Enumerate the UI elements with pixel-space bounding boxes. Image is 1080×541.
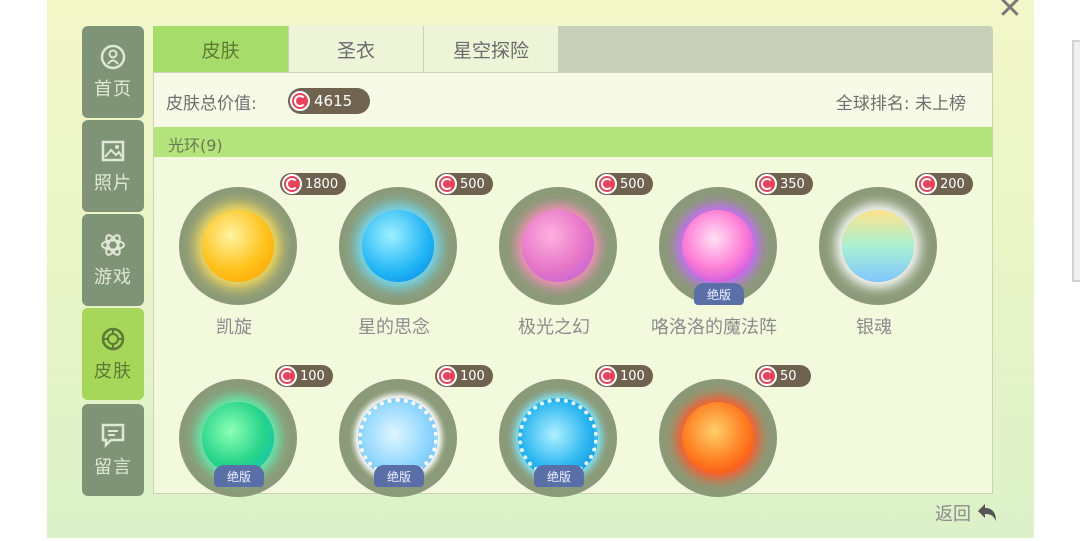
summary-row: 皮肤总价值: 4615 全球排名: 未上榜 (154, 73, 992, 127)
item-name: 星的思念 (358, 317, 430, 338)
nav-item-game[interactable]: 游戏 (82, 214, 144, 306)
price-value: 200 (940, 176, 965, 192)
content-area: 皮肤总价值: 4615 全球排名: 未上榜 光环(9) 1800 凯旋 500 … (153, 72, 993, 497)
item-name: 银魂 (856, 317, 892, 338)
nav-label: 首页 (94, 79, 132, 100)
halo-item[interactable]: 1800 凯旋 (154, 163, 347, 338)
coin-icon (757, 174, 777, 194)
halo-orb (842, 210, 914, 282)
halo-item[interactable]: 500 星的思念 (314, 163, 493, 338)
halo-item[interactable]: 500 极光之幻 (474, 163, 653, 338)
coin-icon (597, 366, 617, 386)
item-name: 凯旋 (216, 317, 252, 338)
nav-label: 照片 (94, 173, 132, 194)
item-name: 咯洛洛的魔法阵 (651, 317, 777, 338)
side-panel-edge (1072, 40, 1080, 282)
limited-badge: 绝版 (534, 465, 584, 487)
skin-icon (101, 327, 125, 351)
halo-item[interactable]: 50 (634, 355, 811, 497)
total-value: 4615 (314, 92, 353, 110)
tab-bar: 皮肤 圣衣 星空探险 (153, 26, 993, 72)
nav-label: 游戏 (94, 267, 132, 288)
back-label: 返回 (935, 504, 971, 525)
coin-icon (437, 174, 457, 194)
coin-icon (282, 174, 302, 194)
halo-orb (682, 402, 754, 474)
tab-label: 圣衣 (336, 39, 375, 62)
coin-icon (917, 174, 937, 194)
halo-item[interactable]: 100 绝版 (474, 355, 653, 497)
coin-icon (290, 91, 310, 111)
halo-orb (202, 402, 274, 474)
halo-item[interactable]: 100 绝版 (314, 355, 493, 497)
close-icon[interactable]: ✕ (992, 0, 1028, 26)
halo-orb (362, 210, 434, 282)
tab-label: 皮肤 (201, 39, 240, 62)
price-badge: 50 (755, 365, 811, 387)
tab-skin[interactable]: 皮肤 (153, 26, 289, 72)
halo-orb (202, 210, 274, 282)
coin-icon (277, 366, 297, 386)
nav-item-photo[interactable]: 照片 (82, 120, 144, 212)
halo-item[interactable]: 350 绝版 咯洛洛的魔法阵 (634, 163, 813, 338)
back-button[interactable]: 返回 (935, 500, 999, 526)
game-icon (101, 234, 125, 256)
limited-badge: 绝版 (694, 283, 744, 305)
nav-label: 皮肤 (94, 361, 132, 382)
coin-icon (437, 366, 457, 386)
tab-star-explore[interactable]: 星空探险 (424, 26, 559, 72)
halo-item[interactable]: 100 绝版 (154, 355, 333, 497)
home-icon (100, 44, 126, 70)
coin-icon (597, 174, 617, 194)
total-value-pill: 4615 (288, 88, 370, 114)
halo-orb (682, 210, 754, 282)
nav-item-message[interactable]: 留言 (82, 404, 144, 496)
price-badge: 200 (915, 173, 973, 195)
nav-item-home[interactable]: 首页 (82, 26, 144, 118)
category-label: 光环(9) (168, 136, 223, 155)
item-name: 极光之幻 (518, 317, 590, 338)
tab-saint-cloth[interactable]: 圣衣 (289, 26, 424, 72)
price-value: 50 (780, 368, 797, 384)
halo-item[interactable]: 200 银魂 (794, 163, 973, 338)
nav-label: 留言 (94, 457, 132, 478)
halo-orb (522, 210, 594, 282)
coin-icon (757, 366, 777, 386)
limited-badge: 绝版 (374, 465, 424, 487)
nav-item-skin[interactable]: 皮肤 (82, 308, 144, 400)
back-arrow-icon (978, 504, 996, 521)
category-header[interactable]: 光环(9) (154, 127, 992, 157)
limited-badge: 绝版 (214, 465, 264, 487)
tab-label: 星空探险 (452, 39, 529, 62)
photo-icon (101, 140, 125, 162)
global-rank: 全球排名: 未上榜 (835, 94, 966, 114)
message-icon (101, 423, 125, 449)
total-value-label: 皮肤总价值: (166, 94, 257, 114)
